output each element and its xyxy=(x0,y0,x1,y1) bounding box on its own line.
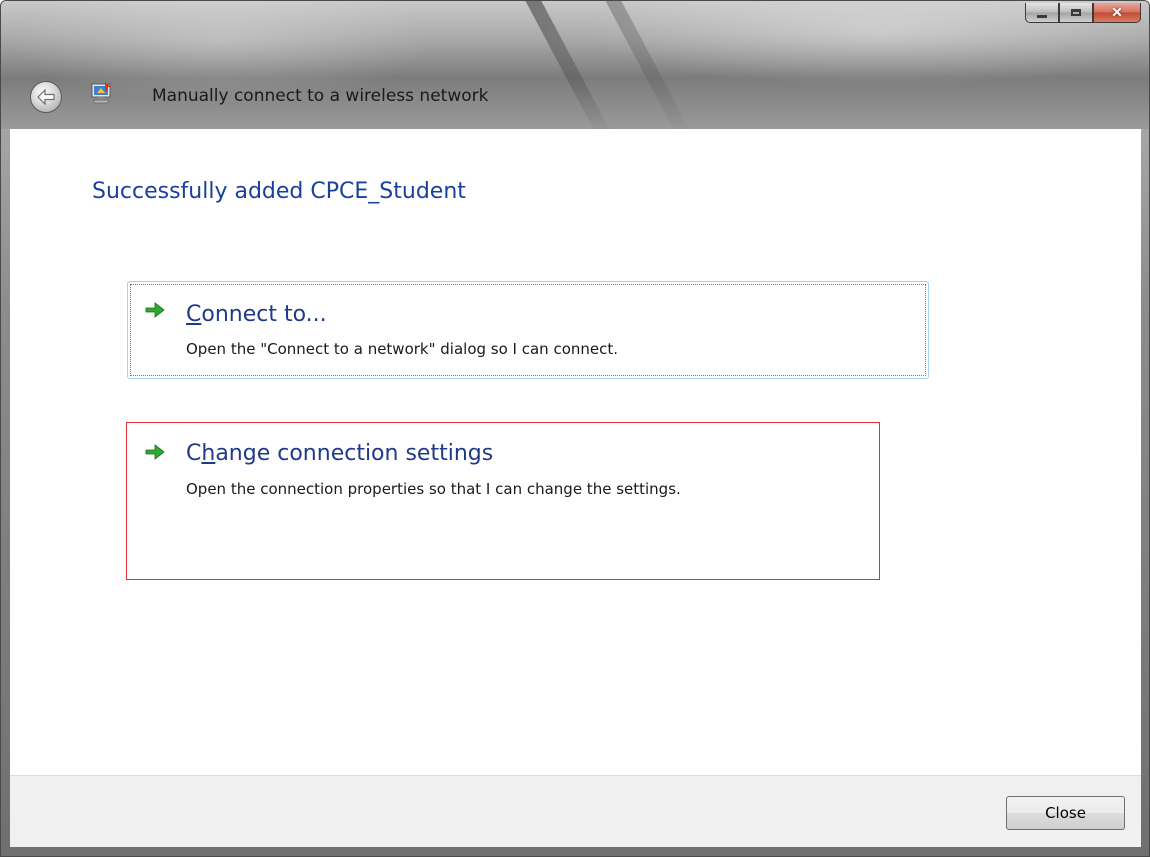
connect-to-command-link[interactable]: Connect to... Open the "Connect to a net… xyxy=(127,281,929,379)
wizard-window: ✕ Manually connect to a wireless network… xyxy=(0,0,1150,857)
close-window-button[interactable]: ✕ xyxy=(1093,3,1141,23)
minimize-icon xyxy=(1037,15,1047,18)
back-arrow-icon xyxy=(37,88,55,106)
command-title: Change connection settings xyxy=(186,441,494,466)
command-title: Connect to... xyxy=(186,302,327,327)
minimize-button[interactable] xyxy=(1025,3,1059,23)
close-button[interactable]: Close xyxy=(1006,796,1125,830)
back-button[interactable] xyxy=(30,81,62,113)
glass-streak xyxy=(521,1,615,145)
command-description: Open the connection properties so that I… xyxy=(186,480,681,498)
content-area: Successfully added CPCE_Student Connect … xyxy=(10,129,1141,775)
command-description: Open the "Connect to a network" dialog s… xyxy=(186,340,619,358)
maximize-button[interactable] xyxy=(1059,3,1093,23)
title-bar: ✕ Manually connect to a wireless network xyxy=(1,1,1149,145)
network-wizard-icon xyxy=(89,82,115,106)
glass-streak xyxy=(601,1,695,145)
green-arrow-icon xyxy=(145,302,165,318)
green-arrow-icon xyxy=(145,444,165,460)
page-heading: Successfully added CPCE_Student xyxy=(92,179,466,204)
maximize-icon xyxy=(1071,9,1081,16)
close-icon: ✕ xyxy=(1111,4,1123,20)
window-title: Manually connect to a wireless network xyxy=(152,86,489,106)
caption-buttons: ✕ xyxy=(1025,3,1141,23)
footer-bar: Close xyxy=(10,775,1141,847)
change-connection-settings-command-link[interactable]: Change connection settings Open the conn… xyxy=(126,422,880,580)
